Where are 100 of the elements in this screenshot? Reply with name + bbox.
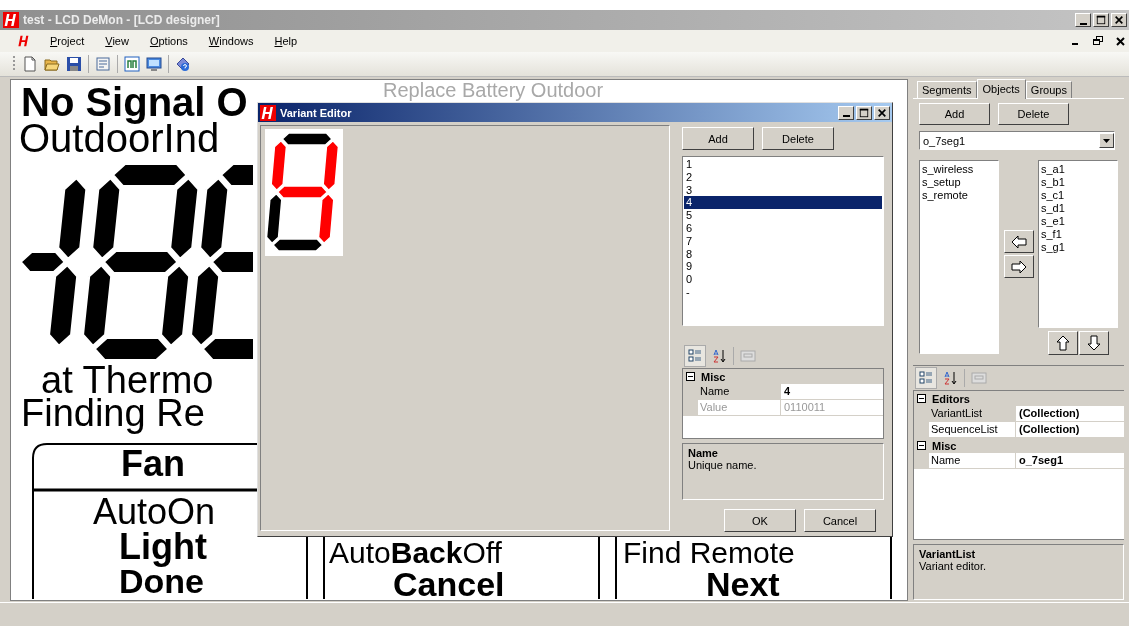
- list-item[interactable]: 7: [684, 234, 882, 248]
- list-item[interactable]: -: [684, 285, 882, 299]
- assigned-segments-list[interactable]: s_a1 s_b1 s_c1 s_d1 s_e1 s_f1 s_g1: [1038, 160, 1118, 328]
- list-item[interactable]: s_wireless: [922, 163, 996, 176]
- collapse-icon[interactable]: [917, 441, 926, 450]
- close-icon: [877, 107, 887, 118]
- description-title: Name: [688, 447, 719, 459]
- property-value[interactable]: (Collection): [1016, 422, 1080, 437]
- list-item[interactable]: s_a1: [1041, 163, 1115, 176]
- lcd-label: AutoBackOff: [329, 538, 502, 568]
- new-file-icon[interactable]: [22, 56, 38, 72]
- available-segments-list[interactable]: s_wireless s_setup s_remote: [919, 160, 999, 354]
- lcd-label: Light: [119, 529, 207, 565]
- lcd-label: No Signal O: [21, 82, 248, 122]
- category-label: Misc: [701, 370, 726, 383]
- up-arrow-icon: [1055, 335, 1070, 351]
- lcd-label: Next: [706, 567, 780, 600]
- close-button[interactable]: [874, 105, 890, 120]
- menu-item[interactable]: Options: [142, 33, 195, 49]
- panel-button[interactable]: Add: [919, 103, 990, 125]
- toolbar-grip-icon[interactable]: [12, 55, 16, 73]
- tab[interactable]: Groups: [1025, 81, 1072, 98]
- maximize-icon: [859, 107, 869, 118]
- right-arrow-icon: [1011, 259, 1027, 274]
- left-arrow-icon: [1011, 234, 1027, 249]
- maximize-icon: [1096, 15, 1106, 25]
- list-item[interactable]: s_f1: [1041, 228, 1115, 241]
- minimize-button[interactable]: [1075, 13, 1091, 27]
- property-value[interactable]: o_7seg1: [1016, 453, 1064, 468]
- tab[interactable]: Segments: [917, 81, 977, 98]
- list-item[interactable]: 2: [684, 170, 882, 184]
- tab[interactable]: Objects: [976, 79, 1026, 99]
- save-icon[interactable]: [66, 56, 82, 72]
- property-name[interactable]: Name: [914, 453, 1016, 468]
- list-item[interactable]: 3: [684, 183, 882, 197]
- open-folder-icon[interactable]: [44, 56, 60, 72]
- list-item[interactable]: 4: [684, 196, 882, 210]
- list-item[interactable]: 5: [684, 209, 882, 222]
- property-name[interactable]: SequenceList: [914, 422, 1016, 437]
- help-icon[interactable]: [175, 56, 191, 72]
- list-item[interactable]: s_c1: [1041, 189, 1115, 202]
- collapse-icon[interactable]: [917, 394, 926, 403]
- down-arrow-icon: [1086, 335, 1101, 351]
- dialog-title: Variant Editor: [280, 106, 352, 119]
- list-item[interactable]: s_setup: [922, 176, 996, 189]
- close-button[interactable]: [1111, 13, 1127, 27]
- lcd-label: AutoOn: [93, 494, 216, 530]
- move-left-button[interactable]: [1004, 230, 1034, 253]
- app-logo-icon: [3, 12, 19, 28]
- dialog-button[interactable]: Cancel: [804, 509, 876, 532]
- dialog-button[interactable]: OK: [724, 509, 796, 532]
- list-item[interactable]: 6: [684, 222, 882, 235]
- move-up-button[interactable]: [1047, 331, 1078, 355]
- minimize-button[interactable]: [838, 105, 854, 120]
- close-icon[interactable]: [1116, 36, 1125, 46]
- list-item[interactable]: 8: [684, 247, 882, 261]
- close-icon: [1114, 15, 1124, 25]
- property-name[interactable]: VariantList: [914, 406, 1016, 421]
- description-title: VariantList: [919, 548, 977, 560]
- category-label: Misc: [932, 439, 957, 452]
- lcd-label: Cancel: [393, 567, 505, 600]
- list-item[interactable]: s_d1: [1041, 202, 1115, 215]
- lcd-label: Fan: [121, 446, 185, 482]
- menu-item[interactable]: View: [98, 33, 136, 49]
- variant-list[interactable]: 1 2 3 4 5 6 7 8 9 0 -: [682, 156, 884, 326]
- list-item[interactable]: 0: [684, 273, 882, 286]
- app-logo-icon: [260, 104, 276, 121]
- category-label: Editors: [932, 392, 970, 405]
- list-item[interactable]: 9: [684, 260, 882, 274]
- property-value[interactable]: (Collection): [1016, 406, 1080, 421]
- monitor-icon[interactable]: [146, 56, 162, 72]
- minimize-icon: [1079, 22, 1087, 25]
- restore-icon[interactable]: [1093, 36, 1104, 46]
- panel-button[interactable]: Delete: [998, 103, 1069, 125]
- lcd-label: Find Remote: [623, 538, 795, 568]
- property-name[interactable]: Name: [683, 384, 781, 399]
- maximize-button[interactable]: [856, 105, 872, 120]
- description-text: Unique name.: [688, 459, 758, 471]
- window-title: test - LCD DeMon - [LCD designer]: [23, 13, 220, 27]
- list-item[interactable]: 1: [684, 158, 882, 171]
- collapse-icon[interactable]: [686, 372, 695, 381]
- property-value[interactable]: 4: [781, 384, 791, 399]
- dialog-button[interactable]: Delete: [762, 127, 834, 150]
- dialog-button[interactable]: Add: [682, 127, 754, 150]
- list-item[interactable]: s_remote: [922, 189, 996, 202]
- list-item[interactable]: s_e1: [1041, 215, 1115, 228]
- maximize-button[interactable]: [1093, 13, 1109, 27]
- list-item[interactable]: s_b1: [1041, 176, 1115, 189]
- move-down-button[interactable]: [1078, 331, 1109, 355]
- description-text: Variant editor.: [919, 560, 988, 572]
- menu-item[interactable]: Help: [267, 33, 305, 49]
- move-right-button[interactable]: [1004, 255, 1034, 278]
- object-dropdown[interactable]: o_7seg1: [919, 131, 1115, 150]
- segment-image-icon[interactable]: [124, 56, 140, 72]
- minimize-icon: [842, 115, 850, 117]
- dropdown-arrow-icon: [1103, 138, 1110, 143]
- list-item[interactable]: s_g1: [1041, 241, 1115, 254]
- menu-item[interactable]: Project: [43, 33, 92, 49]
- app-logo-icon: [17, 34, 31, 48]
- menu-item[interactable]: Windows: [201, 33, 261, 49]
